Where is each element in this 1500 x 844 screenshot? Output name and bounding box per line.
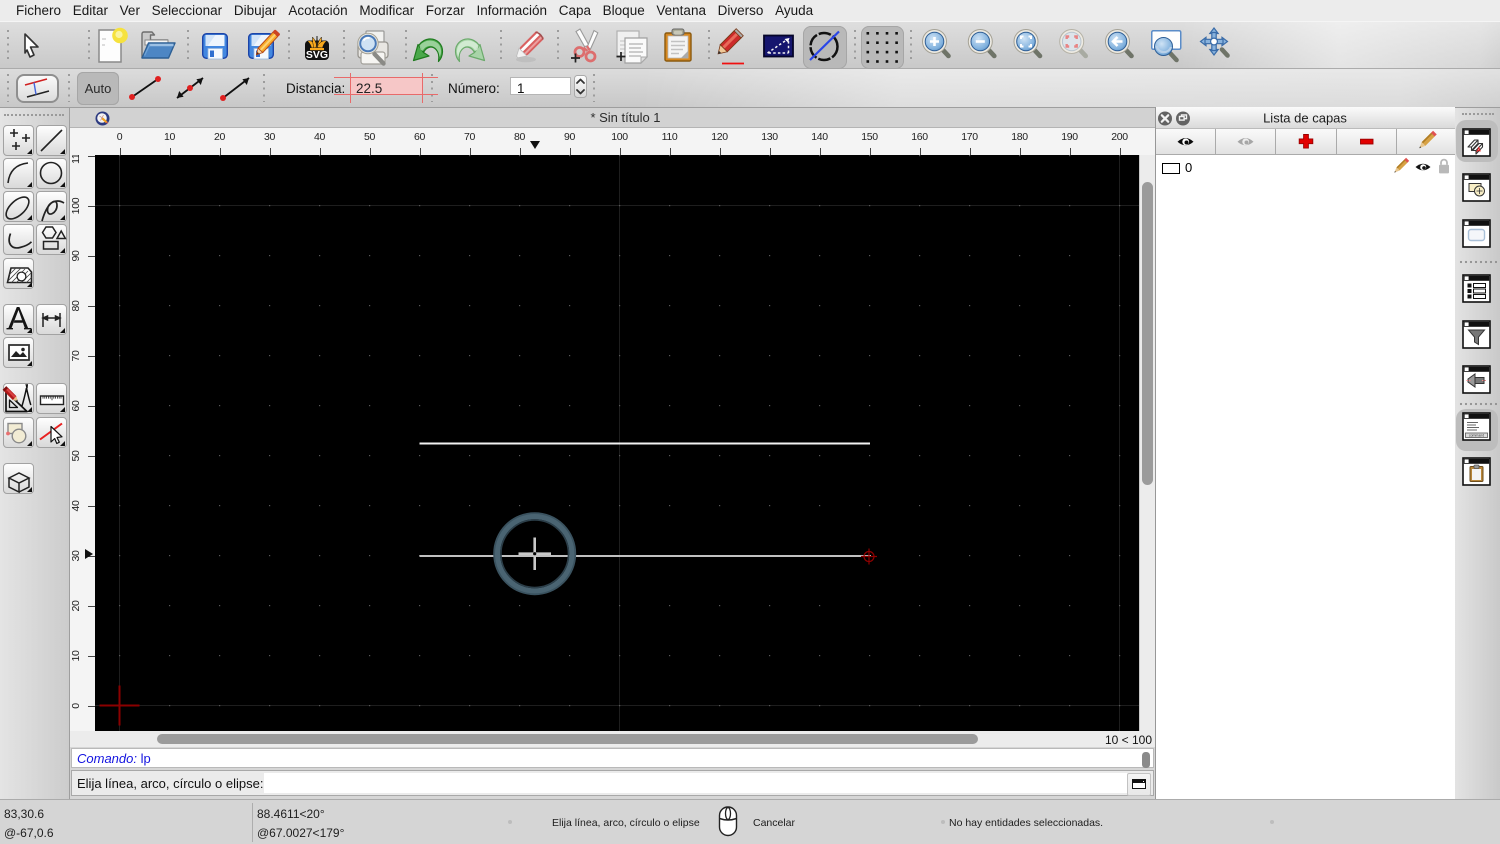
svg-text:command: command (1469, 434, 1484, 438)
svg-text:Lista de capas: Lista de capas (1263, 111, 1347, 126)
svg-text:SVG: SVG (306, 49, 328, 61)
